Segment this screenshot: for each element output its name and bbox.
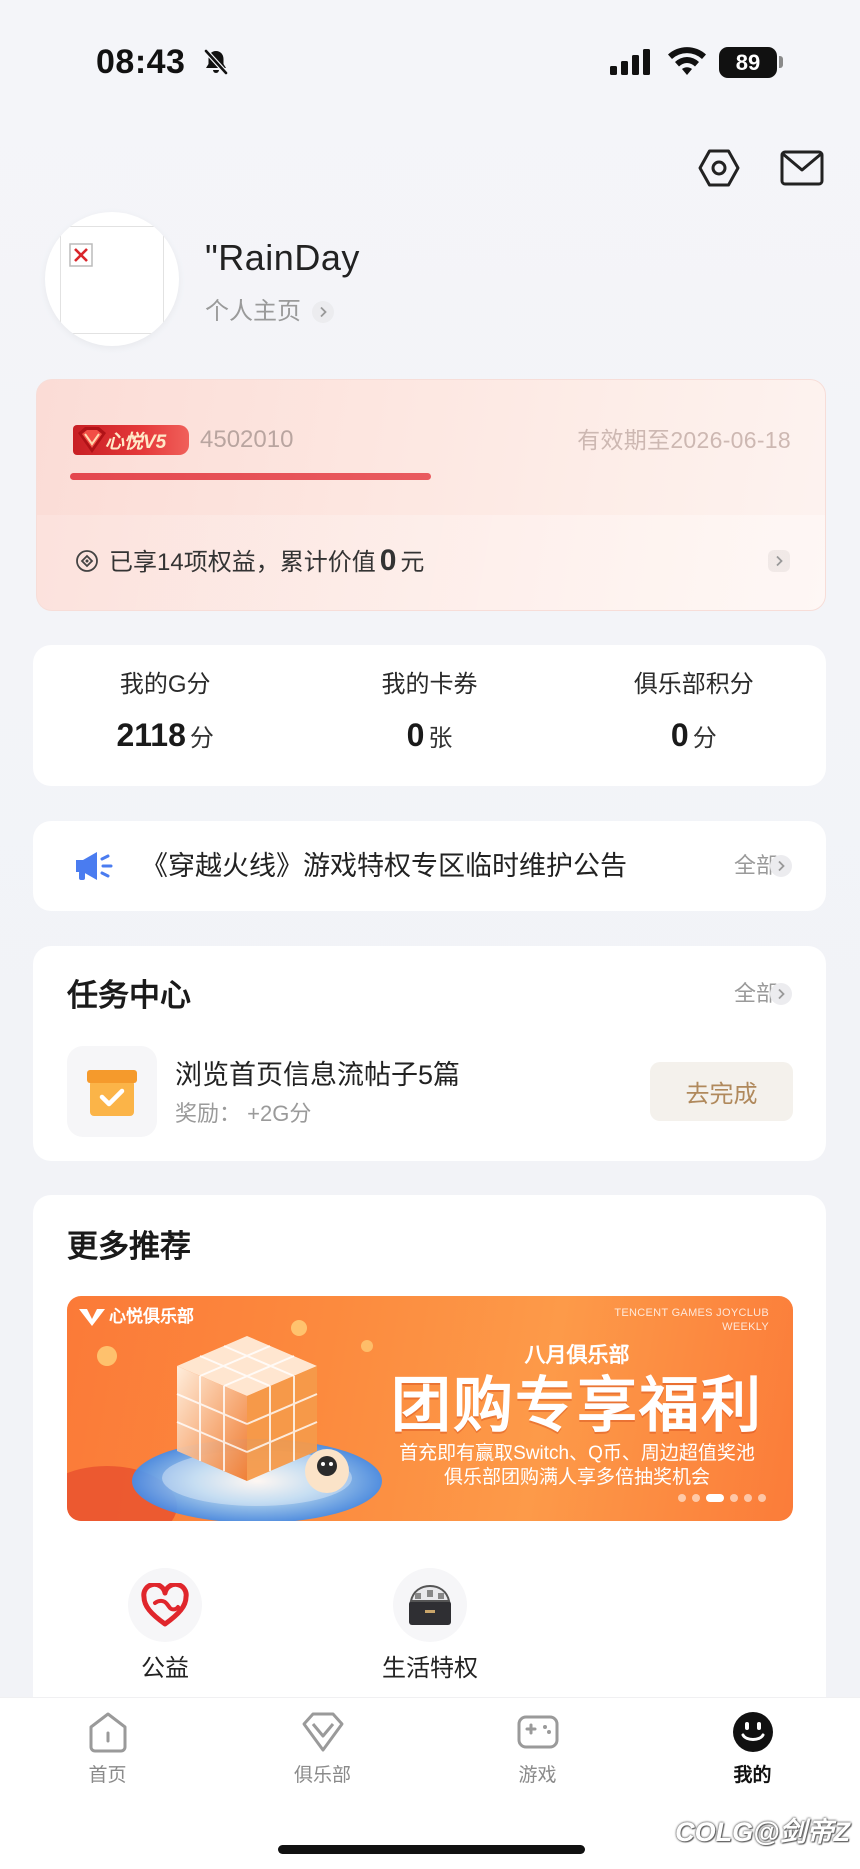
promo-banner[interactable]: 心悦俱乐部 TENCENT GAMES JOYCLUB WEEKLY 八月俱乐部… [67,1296,793,1521]
level-progress-track [70,473,791,480]
task-reward-label: 奖励： [175,1101,242,1126]
stat-label: 我的卡券 [381,671,478,698]
banner-en-line1: TENCENT GAMES JOYCLUB [614,1307,769,1319]
task-center-card: 任务中心 全部 浏览首页信息流帖子5篇 奖励： +2G分 去完成 [33,946,826,1161]
task-title: 浏览首页信息流帖子5篇 [175,1060,461,1090]
battery-indicator: 89 [719,47,777,78]
stats-card: 我的G分 2118 分 我的卡券 0张 俱乐部积分 0分 [33,645,826,786]
stat-unit: 张 [428,725,453,752]
shortcut-charity[interactable]: 公益 [75,1568,255,1684]
stat-unit: 分 [189,725,214,752]
vip-gem-icon [78,427,106,453]
settings-hexagon-icon [698,149,740,187]
homepage-link[interactable]: 个人主页 [205,298,334,328]
benefit-value: 0 [379,544,397,577]
tab-label: 游戏 [518,1765,557,1786]
banner-cube-illustration [67,1320,382,1521]
banner-en-tagline: TENCENT GAMES JOYCLUB WEEKLY [614,1306,769,1334]
chevron-right-icon [768,550,790,572]
chevron-right-icon [770,855,792,877]
stat-coupons[interactable]: 我的卡券 0张 [297,645,561,786]
mail-icon [780,150,824,186]
megaphone-icon [76,852,113,880]
benefit-diamond-icon [76,550,98,572]
chevron-right-icon [312,301,334,323]
shortcut-label: 公益 [141,1655,189,1682]
tab-games[interactable]: 游戏 [430,1698,645,1869]
task-reward: 奖励： +2G分 [175,1100,311,1128]
vip-card[interactable]: 心悦V5 4502010 有效期至2026-06-18 已享14项权益，累计价值… [36,379,826,611]
home-indicator[interactable] [278,1845,585,1854]
home-icon [89,1712,126,1753]
stat-club-points[interactable]: 俱乐部积分 0分 [562,645,826,786]
stat-value: 0 [406,717,425,753]
tab-home[interactable]: 首页 [0,1698,215,1869]
stat-value: 2118 [116,717,186,753]
task-icon-box [67,1046,157,1137]
carousel-dot[interactable] [692,1494,700,1502]
banner-eyebrow: 八月俱乐部 [524,1344,630,1367]
carousel-dot[interactable] [744,1494,752,1502]
silent-bell-icon [203,48,229,76]
banner-en-line2: WEEKLY [722,1321,769,1333]
cellular-signal-icon [610,49,652,75]
tab-label: 俱乐部 [293,1765,351,1786]
banner-headline: 团购专享福利 [391,1372,763,1439]
task-center-title: 任务中心 [67,978,191,1013]
vip-badge-label: 心悦V5 [105,431,167,453]
carousel-dot[interactable] [706,1494,724,1502]
benefit-summary: 已享14项权益，累计价值 0 元 [109,543,424,581]
carousel-indicator [678,1494,766,1502]
chevron-right-icon [770,983,792,1005]
stat-value: 0 [670,717,689,753]
tab-label: 我的 [733,1765,772,1786]
stat-label: 俱乐部积分 [633,671,754,698]
tab-label: 首页 [88,1765,127,1786]
notice-bar[interactable]: 《穿越火线》游戏特权专区临时维护公告 全部 [33,821,826,911]
banner-brand-label: 心悦俱乐部 [109,1307,194,1326]
recommend-title: 更多推荐 [67,1229,191,1264]
tab-club[interactable]: 俱乐部 [215,1698,430,1869]
gamepad-icon [517,1715,558,1749]
banner-brand: 心悦俱乐部 [79,1306,194,1328]
gift-box-icon [393,1568,467,1642]
avatar[interactable] [45,212,179,346]
messages-button[interactable] [779,149,825,187]
banner-line2: 俱乐部团购满人享多倍抽奖机会 [443,1467,710,1488]
broken-image-icon [69,243,93,267]
stat-g-points[interactable]: 我的G分 2118 分 [33,645,297,786]
stat-unit: 分 [692,725,717,752]
task-box-icon [87,1069,137,1116]
battery-nub [779,56,783,68]
user-name: "RainDay [205,237,360,278]
vip-expiry: 有效期至2026-06-18 [577,427,791,453]
settings-button[interactable] [696,145,742,191]
watermark: COLG@剑帝Z [675,1817,850,1847]
charity-heart-icon [128,1568,202,1642]
vip-level-badge: 心悦V5 [73,425,189,455]
banner-line1: 首充即有赢取Switch、Q币、周边超值奖池 [399,1443,755,1464]
notice-text: 《穿越火线》游戏特权专区临时维护公告 [141,851,627,881]
carousel-dot[interactable] [730,1494,738,1502]
carousel-dot[interactable] [758,1494,766,1502]
task-reward-value: +2G分 [247,1101,312,1126]
shortcut-label: 生活特权 [382,1655,478,1682]
status-time: 08:43 [96,43,186,81]
homepage-label: 个人主页 [205,298,301,325]
stat-label: 我的G分 [119,671,211,698]
level-progress-fill [70,473,431,480]
benefit-suffix: 元 [400,549,425,576]
member-id: 4502010 [200,426,294,453]
club-logo-icon [79,1309,105,1326]
wifi-icon [667,47,707,77]
benefit-prefix: 已享14项权益，累计价值 [109,549,376,576]
carousel-dot[interactable] [678,1494,686,1502]
club-diamond-icon [302,1712,343,1752]
complete-task-button[interactable]: 去完成 [650,1062,793,1121]
profile-smiley-icon [732,1712,773,1752]
status-bar: 08:43 89 [0,0,860,100]
shortcut-life-privileges[interactable]: 生活特权 [340,1568,520,1684]
